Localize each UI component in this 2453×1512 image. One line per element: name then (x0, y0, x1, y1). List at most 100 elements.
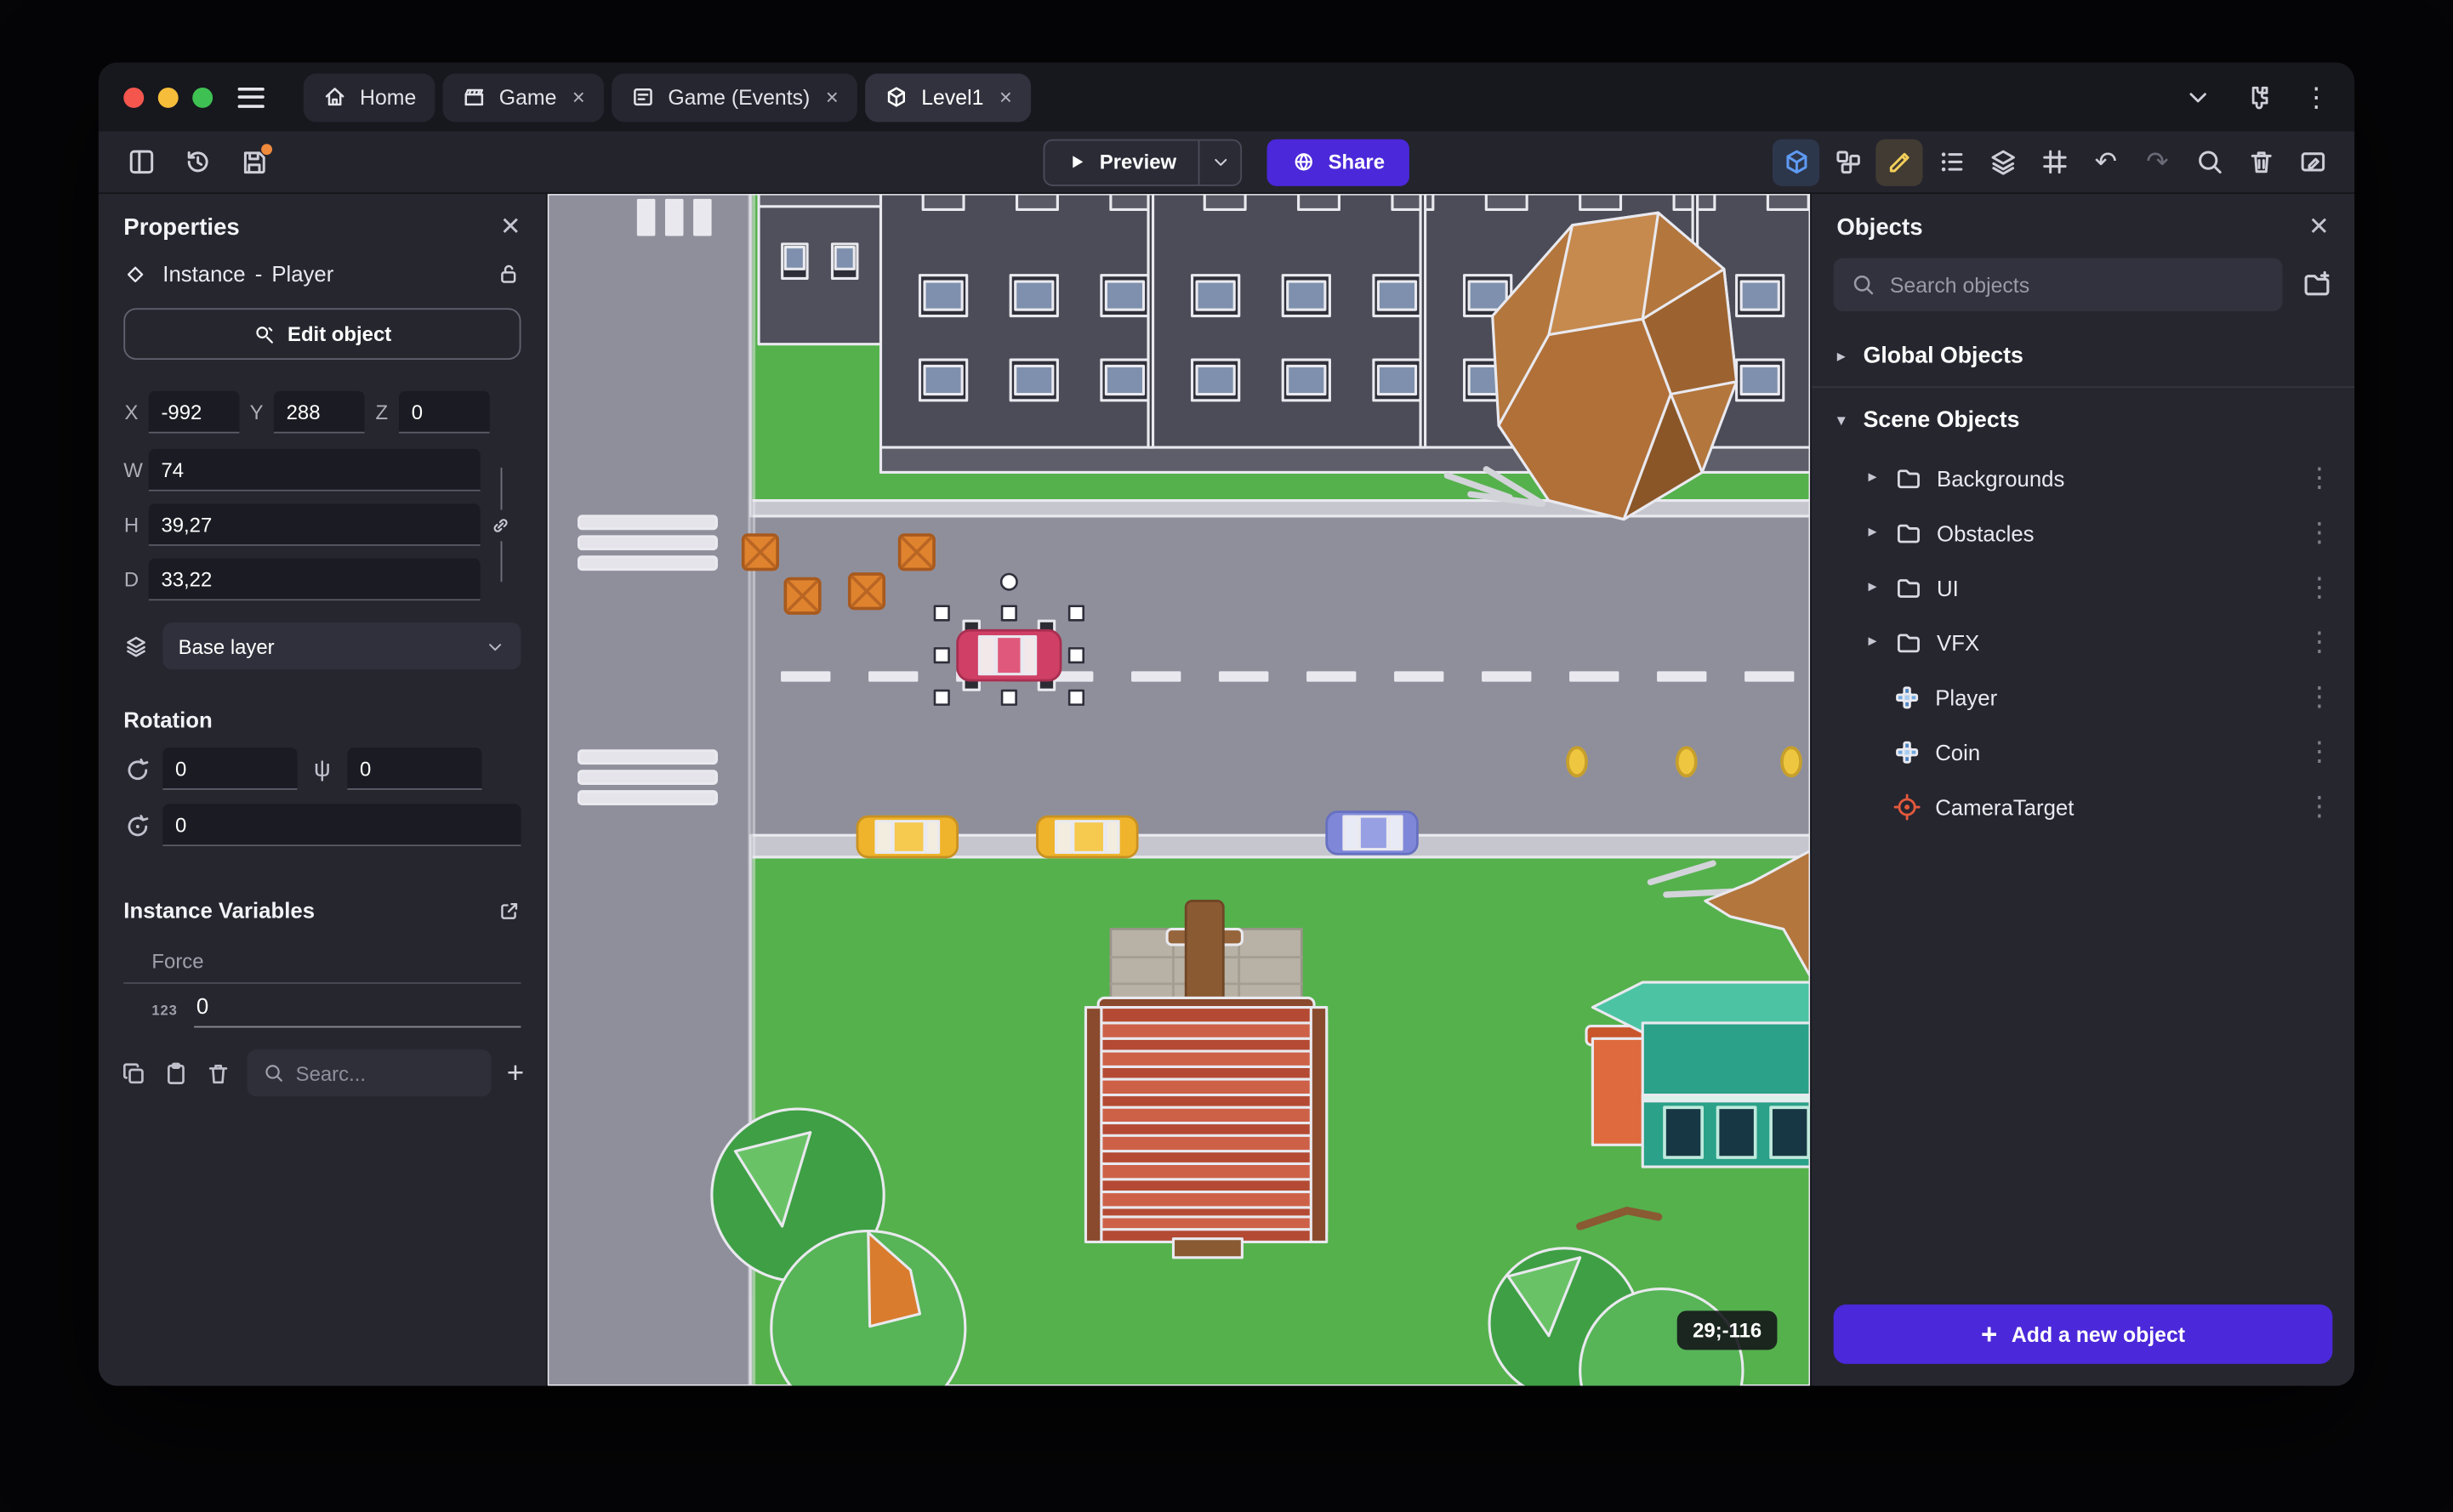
x-label: X (124, 400, 139, 424)
trash-icon[interactable] (205, 1060, 231, 1086)
depth-input[interactable] (148, 558, 481, 601)
toolbar-left-group (117, 139, 277, 185)
open-variables-external-icon[interactable] (498, 899, 521, 923)
row-options-icon[interactable]: ⋮ (2306, 574, 2332, 600)
close-objects-icon[interactable]: ✕ (2308, 214, 2330, 240)
tab-close-icon[interactable]: × (572, 86, 585, 108)
add-new-object-button[interactable]: + Add a new object (1833, 1304, 2333, 1364)
undo-icon[interactable]: ↶ (2082, 139, 2129, 185)
copy-icon[interactable] (121, 1060, 147, 1086)
row-options-icon[interactable]: ⋮ (2306, 464, 2332, 491)
add-variable-icon[interactable]: + (507, 1058, 524, 1088)
folder-row-obstacles[interactable]: ▸ Obstacles ⋮ (1812, 505, 2354, 560)
object-row-cameratarget[interactable]: CameraTarget ⋮ (1812, 779, 2354, 833)
share-button[interactable]: Share (1266, 138, 1410, 185)
dimensions-group: W H D (123, 448, 521, 601)
teal-building[interactable] (1585, 981, 1811, 1168)
preview-split-button[interactable]: Preview (1043, 138, 1243, 185)
extensions-puzzle-icon[interactable] (2244, 82, 2272, 111)
tab-close-icon[interactable]: × (999, 86, 1012, 108)
chevron-down-icon[interactable] (2184, 82, 2212, 111)
history-icon[interactable] (174, 139, 220, 185)
tab-level1[interactable]: Level1 × (865, 72, 1031, 122)
link-chain-icon[interactable] (489, 509, 512, 541)
preview-options-chevron-icon[interactable] (1200, 140, 1241, 185)
layer-select[interactable]: Base layer (162, 622, 521, 670)
edit-object-button[interactable]: Edit object (123, 308, 521, 361)
delete-icon[interactable] (2237, 139, 2284, 185)
objects-search-box[interactable] (1833, 258, 2283, 312)
tab-close-icon[interactable]: × (826, 86, 839, 108)
layers-icon[interactable] (1979, 139, 2026, 185)
y-input[interactable] (273, 390, 365, 434)
global-objects-label: Global Objects (1863, 344, 2023, 370)
red-building[interactable] (1084, 900, 1329, 1259)
row-options-icon[interactable]: ⋮ (2306, 738, 2332, 765)
variable-value[interactable]: 0 (193, 993, 521, 1028)
tab-game-events[interactable]: Game (Events) × (612, 72, 857, 122)
toggle-3d-view-icon[interactable] (1772, 138, 1820, 185)
yellow-car-2[interactable] (1036, 815, 1139, 859)
objects-search-row (1812, 255, 2354, 324)
variable-name[interactable]: Force (123, 939, 521, 984)
preview-button[interactable]: Preview (1044, 140, 1198, 185)
rotation-y-input[interactable] (347, 747, 482, 790)
variables-search-box[interactable] (247, 1049, 492, 1097)
main-menu-icon[interactable] (237, 73, 285, 120)
object-row-coin[interactable]: Coin ⋮ (1812, 725, 2354, 779)
folder-row-vfx[interactable]: ▸ VFX ⋮ (1812, 615, 2354, 669)
scene-render (547, 194, 1811, 1386)
rotation-z-input[interactable] (162, 804, 521, 847)
width-input[interactable] (148, 448, 481, 492)
add-folder-icon[interactable] (2302, 269, 2333, 300)
object-row-player[interactable]: Player ⋮ (1812, 669, 2354, 724)
variables-search-input[interactable] (295, 1060, 406, 1085)
edit-object-label: Edit object (287, 321, 392, 346)
player-instance-selected[interactable] (956, 619, 1062, 691)
grid-icon[interactable] (2030, 139, 2077, 185)
objects-groups-icon[interactable] (1824, 139, 1871, 185)
folder-row-backgrounds[interactable]: ▸ Backgrounds ⋮ (1812, 451, 2354, 505)
more-options-icon[interactable]: ⋮ (2302, 83, 2329, 110)
yellow-car-1[interactable] (856, 815, 959, 859)
variable-value-row[interactable]: 123 0 (123, 984, 521, 1028)
panels-layout-icon[interactable] (117, 139, 164, 185)
scene-properties-icon[interactable] (2289, 139, 2336, 185)
tab-game[interactable]: Game × (442, 72, 604, 122)
instances-list-icon[interactable] (1927, 139, 1974, 185)
redo-icon[interactable]: ↷ (2134, 139, 2181, 185)
tab-home[interactable]: Home (303, 72, 435, 122)
instance-variables-title: Instance Variables (123, 897, 316, 924)
scene-objects-group[interactable]: ▾ Scene Objects (1812, 388, 2354, 451)
close-properties-icon[interactable]: ✕ (500, 214, 521, 240)
height-input[interactable] (148, 503, 481, 546)
row-options-icon[interactable]: ⋮ (2306, 793, 2332, 820)
x-input[interactable] (148, 390, 240, 434)
rotation-x-input[interactable] (162, 747, 298, 790)
lock-open-icon[interactable] (496, 261, 521, 286)
folder-row-ui[interactable]: ▸ UI ⋮ (1812, 560, 2354, 614)
zoom-window-button[interactable] (192, 87, 213, 107)
folder-icon (1894, 519, 1922, 547)
paste-icon[interactable] (162, 1060, 189, 1086)
objects-search-input[interactable] (1889, 272, 2266, 297)
search-icon (263, 1062, 285, 1084)
row-options-icon[interactable]: ⋮ (2306, 628, 2332, 655)
minimize-window-button[interactable] (157, 87, 179, 107)
close-window-button[interactable] (123, 87, 145, 107)
zoom-icon[interactable] (2186, 139, 2233, 185)
row-options-icon[interactable]: ⋮ (2306, 520, 2332, 546)
global-objects-group[interactable]: ▸ Global Objects (1811, 324, 2355, 389)
blue-car[interactable] (1325, 810, 1419, 855)
tab-label: Home (360, 85, 417, 109)
toolbar-center-group: Preview Share (1043, 138, 1410, 185)
z-input[interactable] (399, 390, 490, 434)
scene-canvas[interactable]: 29;-116 (547, 194, 1811, 1386)
row-options-icon[interactable]: ⋮ (2306, 684, 2332, 710)
rotation-row-2 (123, 804, 521, 847)
variables-actions-bar: + (121, 1049, 524, 1097)
objects-title: Objects (1836, 213, 1923, 242)
edit-tool-pencil-icon[interactable] (1875, 138, 1923, 185)
save-icon[interactable] (230, 139, 276, 185)
play-icon (1067, 151, 1087, 172)
